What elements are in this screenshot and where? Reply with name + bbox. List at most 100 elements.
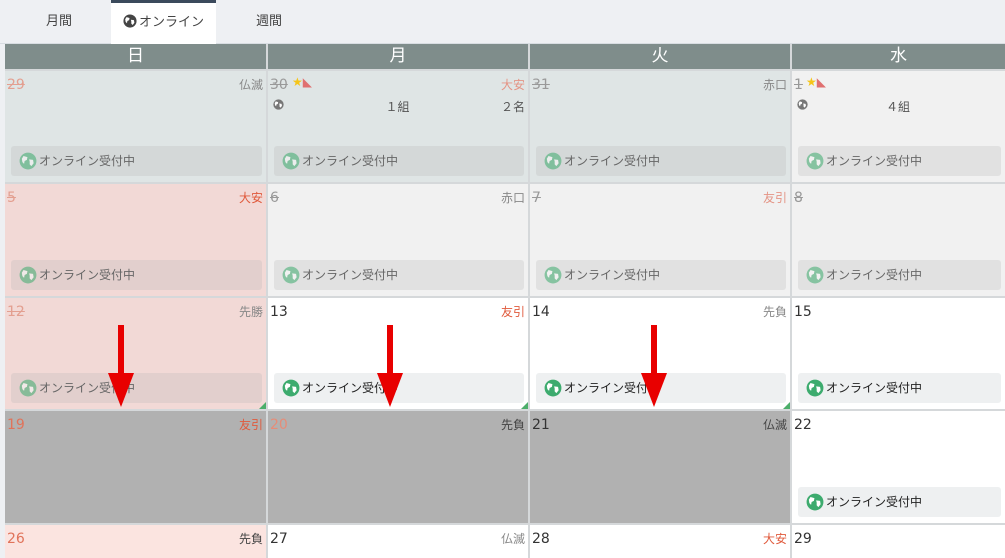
online-status-label: オンライン受付中 (826, 154, 923, 168)
online-status-label: オンライン受付中 (826, 268, 923, 282)
online-status-bar[interactable]: オンライン受付中 (798, 487, 1001, 517)
rokuyo-label: 仏滅 (762, 418, 787, 432)
globe-icon (544, 379, 562, 397)
online-status-bar[interactable]: オンライン受付中 (798, 260, 1001, 290)
online-status-bar[interactable]: オンライン受付中 (274, 146, 524, 176)
rokuyo-label: 仏滅 (500, 532, 525, 546)
day-cell[interactable]: 7 友引 オンライン受付中 (530, 184, 790, 296)
online-status-label: オンライン受付中 (564, 268, 661, 282)
rokuyo-label: 友引 (238, 418, 263, 432)
tab-monthly[interactable]: 月間 (20, 0, 98, 44)
online-status-label: オンライン受付中 (826, 381, 923, 395)
reservation-info: ４組 (794, 98, 1002, 114)
day-number: 22 (794, 417, 812, 433)
globe-icon (282, 152, 300, 170)
day-cell[interactable]: 31 赤口 オンライン受付中 (530, 71, 790, 182)
rokuyo-label: 仏滅 (238, 78, 263, 92)
rokuyo-label: 先負 (500, 418, 525, 432)
day-number: 5 (7, 190, 16, 206)
day-number: 19 (7, 417, 25, 433)
rokuyo-label: 先勝 (238, 305, 263, 319)
globe-icon (282, 379, 300, 397)
online-status-label: オンライン受付中 (826, 495, 923, 509)
day-cell[interactable]: 15 オンライン受付中 (792, 298, 1005, 409)
day-cell[interactable]: 21 仏滅 (530, 411, 790, 523)
star-icon: ★ (806, 75, 817, 89)
online-status-bar[interactable]: オンライン受付中 (274, 260, 524, 290)
online-status-bar[interactable]: オンライン受付中 (798, 146, 1001, 176)
tab-online[interactable]: オンライン (111, 0, 216, 44)
online-status-label: オンライン受付中 (302, 154, 399, 168)
day-number: 28 (532, 531, 550, 547)
group-count: １組 (385, 100, 410, 114)
day-number: 8 (794, 190, 803, 206)
globe-icon (544, 152, 562, 170)
day-cell[interactable]: 27 仏滅 (268, 525, 528, 558)
globe-icon (806, 266, 824, 284)
day-number: 29 (7, 77, 25, 93)
day-number: 6 (270, 190, 279, 206)
online-status-bar[interactable]: オンライン受付中 (536, 146, 786, 176)
rokuyo-label: 先負 (238, 532, 263, 546)
day-cell[interactable]: 29 (792, 525, 1005, 558)
red-arrow-icon (377, 325, 403, 407)
day-cell[interactable]: 20 先負 (268, 411, 528, 523)
online-status-label: オンライン受付中 (564, 154, 661, 168)
day-cell[interactable]: 26 先負 (5, 525, 266, 558)
weekday-header-mon: 月 (268, 44, 528, 69)
day-cell[interactable]: 5 大安 オンライン受付中 (5, 184, 266, 296)
rokuyo-label: 友引 (500, 305, 525, 319)
reservation-info: １組 ２名 (270, 98, 525, 114)
rokuyo-label: 先負 (762, 305, 787, 319)
day-cell[interactable]: 30 ★◣ 大安 １組 ２名 オンライン受付中 (268, 71, 528, 182)
rokuyo-label: 大安 (238, 191, 263, 205)
day-number: 26 (7, 531, 25, 547)
rokuyo-label: 大安 (762, 532, 787, 546)
day-cell[interactable]: 6 赤口 オンライン受付中 (268, 184, 528, 296)
corner-marker (783, 402, 790, 409)
red-arrow-icon (108, 325, 134, 407)
online-status-bar[interactable]: オンライン受付中 (11, 260, 262, 290)
day-cell[interactable]: 22 オンライン受付中 (792, 411, 1005, 523)
day-cell[interactable]: 1 ★◣ ４組 オンライン受付中 (792, 71, 1005, 182)
day-number: 20 (270, 417, 288, 433)
red-arrow-icon (641, 325, 667, 407)
day-cell[interactable]: 19 友引 (5, 411, 266, 523)
weekday-header-sun: 日 (5, 44, 266, 69)
day-number: 12 (7, 304, 25, 320)
day-cell[interactable]: 8 オンライン受付中 (792, 184, 1005, 296)
tab-weekly[interactable]: 週間 (232, 0, 306, 44)
day-cell[interactable]: 28 大安 (530, 525, 790, 558)
globe-icon (123, 14, 137, 28)
calendar-grid: 日 月 火 水 29 仏滅 オンライン受付中 30 ★◣ 大安 １組 ２名 オン… (5, 44, 1005, 558)
day-number: 1 (794, 77, 803, 93)
globe-icon (544, 266, 562, 284)
online-status-bar[interactable]: オンライン受付中 (11, 373, 262, 403)
bird-icon: ◣ (302, 75, 312, 89)
online-status-bar[interactable]: オンライン受付中 (11, 146, 262, 176)
online-status-bar[interactable]: オンライン受付中 (536, 260, 786, 290)
group-count: ４組 (885, 100, 910, 114)
rokuyo-label: 赤口 (500, 191, 525, 205)
rokuyo-label: 友引 (762, 191, 787, 205)
globe-icon (19, 379, 37, 397)
view-tab-bar: 月間 オンライン 週間 (0, 0, 1005, 44)
day-number: 14 (532, 304, 550, 320)
online-status-label: オンライン受付中 (302, 268, 399, 282)
weekday-header-wed: 水 (792, 44, 1005, 69)
star-icon: ★ (292, 75, 303, 89)
globe-icon (806, 152, 824, 170)
globe-icon (806, 379, 824, 397)
online-status-bar[interactable]: オンライン受付中 (798, 373, 1001, 403)
corner-marker (521, 402, 528, 409)
globe-icon (19, 152, 37, 170)
people-count: ２名 (500, 100, 525, 114)
corner-marker (259, 402, 266, 409)
tab-online-label: オンライン (138, 15, 204, 30)
day-number: 29 (794, 531, 812, 547)
online-status-label: オンライン受付中 (39, 268, 136, 282)
day-number: 13 (270, 304, 288, 320)
day-number: 15 (794, 304, 812, 320)
day-number: 30 (270, 77, 288, 93)
day-cell[interactable]: 29 仏滅 オンライン受付中 (5, 71, 266, 182)
